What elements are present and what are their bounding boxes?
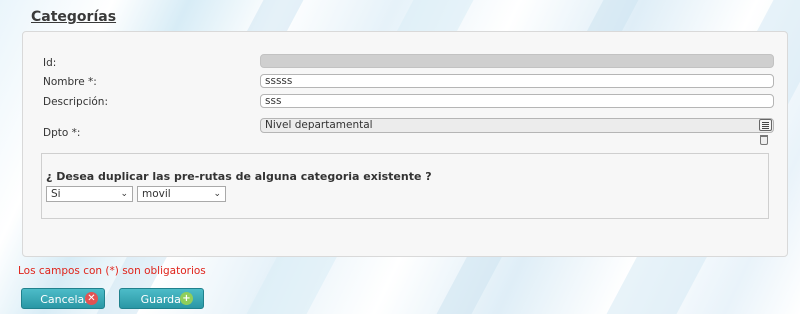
save-button-label: Guardar [140,293,186,306]
duplicate-answer-select[interactable]: Si ⌄ [46,186,133,202]
descripcion-label: Descripción: [43,96,108,108]
nombre-field[interactable] [260,74,774,88]
trash-icon[interactable] [760,135,768,145]
duplicate-question: ¿ Desea duplicar las pre-rutas de alguna… [46,170,432,183]
duplicate-routes-section: ¿ Desea duplicar las pre-rutas de alguna… [41,153,769,219]
dpto-field[interactable]: Nivel departamental [260,118,774,133]
cancel-button-label: Cancelar [40,293,89,306]
chevron-down-icon: ⌄ [213,189,221,199]
page-title: Categorías [31,9,117,25]
nombre-label: Nombre *: [43,76,97,88]
chevron-down-icon: ⌄ [120,189,128,199]
close-icon: ✕ [85,292,98,305]
cancel-button[interactable]: Cancelar ✕ [21,288,105,309]
dpto-value: Nivel departamental [265,119,373,131]
save-button[interactable]: Guardar + [119,288,204,309]
duplicate-answer-value: Si [51,188,61,200]
category-form-panel: Id: Nombre *: Descripción: Dpto *: Nivel… [22,31,788,257]
id-field[interactable] [260,54,774,68]
descripcion-field[interactable] [260,94,774,108]
list-icon[interactable] [759,119,772,131]
required-fields-note: Los campos con (*) son obligatorios [18,265,206,277]
id-label: Id: [43,57,57,69]
dpto-label: Dpto *: [43,127,81,139]
category-value: movil [142,188,171,200]
category-select[interactable]: movil ⌄ [137,186,226,202]
save-icon: + [180,292,193,305]
